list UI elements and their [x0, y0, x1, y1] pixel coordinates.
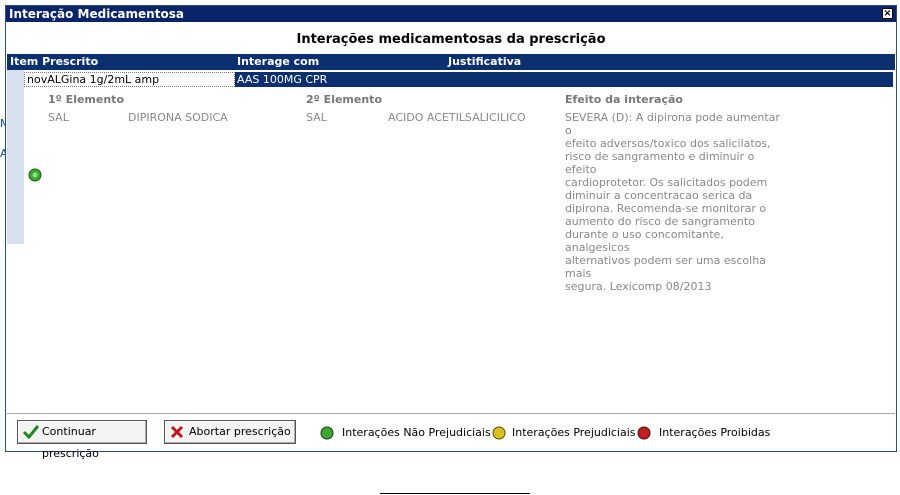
effect-line: durante o uso concomitante, analgesicos: [565, 228, 724, 254]
effect-line: cardioprotetor. Os salicitados podem: [565, 176, 768, 189]
abort-prescription-label: Abortar prescrição: [189, 425, 291, 438]
continue-prescription-label: Continuar prescrição: [42, 425, 99, 460]
divider-line: [380, 493, 530, 494]
legend-harmful: Interações Prejudiciais: [492, 425, 636, 441]
window-titlebar[interactable]: Interação Medicamentosa ×: [6, 6, 896, 22]
element2-name: ACIDO ACETILSALICILICO: [388, 111, 526, 124]
legend-label: Interações Prejudiciais: [512, 426, 636, 439]
effect-line: alternativos podem ser uma escolha mais: [565, 254, 766, 280]
effect-line: dipirona. Recomenda-se monitorar o: [565, 202, 767, 215]
legend-prohibited: Interações Proibidas: [637, 425, 777, 441]
item-cell[interactable]: novALGina 1g/2mL amp: [24, 72, 235, 87]
footer-bar: Continuar prescrição Abortar prescrição …: [7, 413, 895, 460]
legend-label: Interações Não Prejudiciais: [342, 426, 491, 439]
abort-prescription-button[interactable]: Abortar prescrição: [164, 420, 296, 444]
interage-cell[interactable]: AAS 100MG CPR: [235, 72, 893, 87]
detail-header-element1: 1º Elemento: [48, 93, 125, 106]
effect-line: SEVERA (D): A dipirona pode aumentar o: [565, 111, 780, 137]
yellow-circle-icon: [492, 426, 506, 440]
interaction-dialog: Interação Medicamentosa × Interações med…: [5, 5, 897, 460]
detail-header-effect: Efeito da interação: [565, 93, 683, 106]
legend-non-harmful: Interações Não Prejudiciais: [320, 425, 491, 441]
column-header-item[interactable]: Item Prescrito: [10, 54, 98, 70]
element2-type: SAL: [306, 111, 327, 124]
column-header-interage[interactable]: Interage com: [237, 54, 319, 70]
legend-label: Interações Proibidas: [659, 426, 771, 439]
element1-name: DIPIRONA SODICA: [128, 111, 228, 124]
effect-line: efeito adversos/toxico dos salicilatos,: [565, 137, 771, 150]
status-green-circle-icon: [28, 168, 42, 182]
page-title: Interações medicamentosas da prescrição: [296, 32, 606, 47]
red-circle-icon: [637, 426, 651, 440]
row-indicator[interactable]: [7, 70, 24, 244]
green-circle-icon: [320, 426, 334, 440]
close-x-icon: [170, 425, 184, 439]
column-header-justificativa[interactable]: Justificativa: [448, 54, 521, 70]
effect-line: diminuir a concentracao serica da: [565, 189, 753, 202]
close-icon[interactable]: ×: [882, 8, 893, 19]
window-title: Interação Medicamentosa: [9, 7, 184, 21]
continue-prescription-button[interactable]: Continuar prescrição: [17, 420, 147, 460]
effect-line: risco de sangramento e diminuir o efeito: [565, 150, 755, 176]
detail-header-element2: 2º Elemento: [306, 93, 383, 106]
interaction-effect-text: SEVERA (D): A dipirona pode aumentar o e…: [565, 111, 780, 293]
effect-line: segura. Lexicomp 08/2013: [565, 280, 712, 293]
check-icon: [23, 425, 39, 439]
element1-type: SAL: [48, 111, 69, 124]
grid-header: Item Prescrito Interage com Justificativ…: [7, 54, 895, 70]
effect-line: aumento do risco de sangramento: [565, 215, 755, 228]
